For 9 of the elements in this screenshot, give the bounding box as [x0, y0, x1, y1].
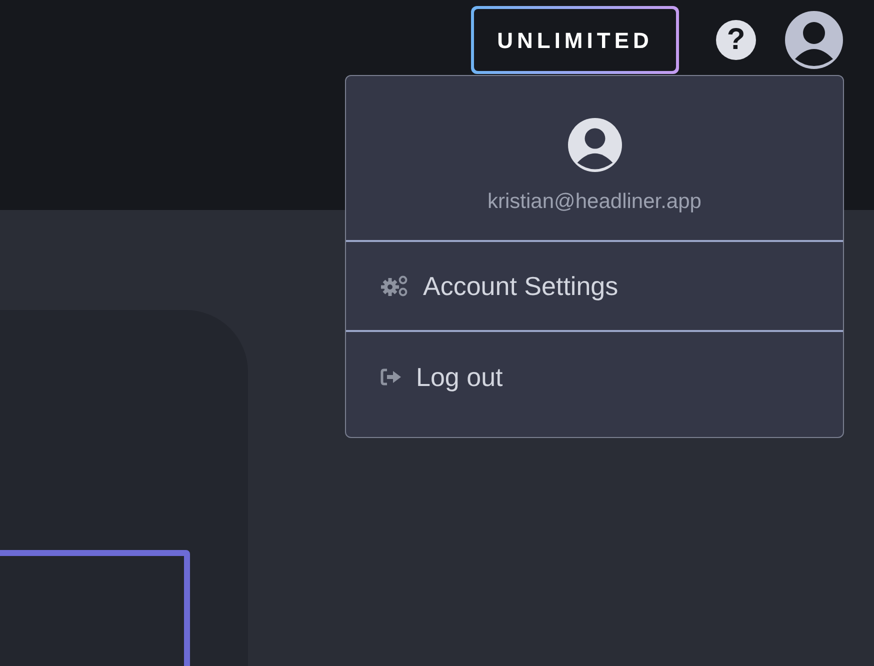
user-avatar-icon: [568, 118, 622, 172]
menu-item[interactable]: Log out: [380, 358, 503, 396]
user-email: kristian@headliner.app: [488, 189, 702, 215]
avatar-button[interactable]: [785, 11, 843, 69]
gears-icon: [380, 275, 409, 297]
menu-item[interactable]: Account Settings: [380, 266, 618, 306]
help-button[interactable]: ?: [716, 20, 756, 60]
plan-badge-button[interactable]: UNLIMITED: [471, 6, 679, 74]
exit-arrow-icon: [380, 368, 402, 386]
